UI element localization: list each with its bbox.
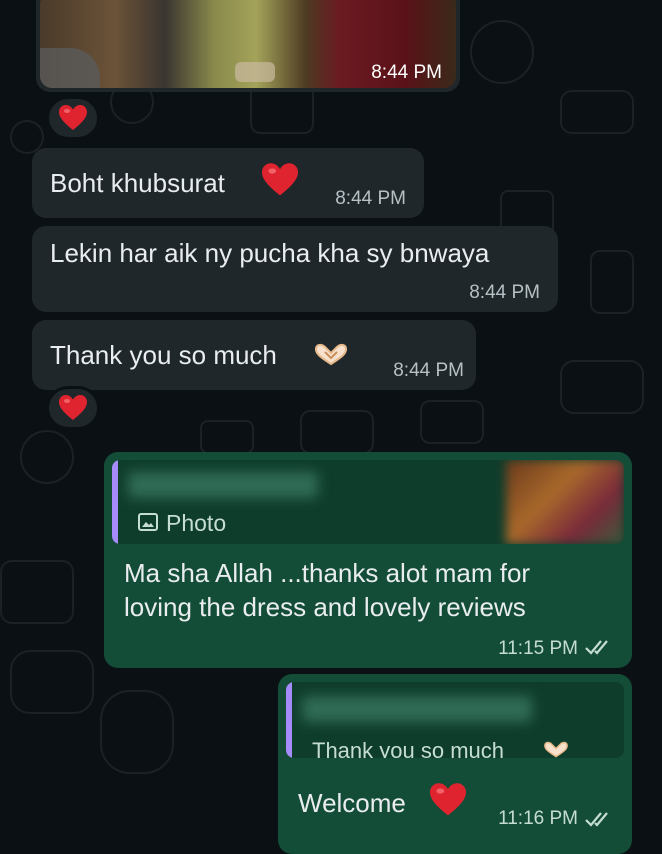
- message-timestamp: 8:44 PM: [335, 188, 406, 209]
- photo-icon: [138, 513, 158, 531]
- quoted-photo-label: Photo: [166, 510, 227, 536]
- reply-text: Welcome: [298, 788, 406, 818]
- photo-message[interactable]: 8:44 PM: [36, 0, 460, 92]
- quoted-photo-message[interactable]: Photo: [112, 460, 624, 544]
- message-lekin-har-aik[interactable]: Lekin har aik ny pucha kha sy bnwaya 8:4…: [32, 226, 558, 312]
- reply-text-line-2: loving the dress and lovely reviews: [124, 592, 526, 622]
- double-check-icon: [585, 640, 608, 655]
- message-boht-khubsurat[interactable]: Boht khubsurat 8:44 PM: [32, 148, 424, 218]
- double-check-icon: [585, 812, 608, 827]
- quoted-message-text: Thank you so much: [312, 738, 504, 758]
- heart-hands-icon: [314, 343, 348, 366]
- message-timestamp: 11:16 PM: [498, 808, 578, 829]
- reply-text-line-1: Ma sha Allah ...thanks alot mam for: [124, 558, 531, 588]
- quote-accent-bar: [286, 682, 292, 758]
- outgoing-reply-message[interactable]: Photo Ma sha Allah ...thanks alot mam fo…: [104, 452, 632, 668]
- message-thank-you[interactable]: Thank you so much 8:44 PM: [32, 320, 476, 390]
- red-heart-icon: [59, 105, 87, 130]
- message-text: Lekin har aik ny pucha kha sy bnwaya: [50, 238, 490, 268]
- quote-accent-bar: [112, 460, 118, 544]
- message-text: Thank you so much: [50, 340, 277, 370]
- photo-reaction[interactable]: [46, 96, 100, 140]
- photo-timestamp: 8:44 PM: [371, 62, 442, 83]
- outgoing-reply-welcome[interactable]: Thank you so much Welcome 11:16 PM: [278, 674, 632, 854]
- red-heart-icon: [59, 395, 87, 420]
- blurred-sender-name: [128, 472, 318, 498]
- quoted-photo-thumbnail: [506, 460, 624, 544]
- message-reaction[interactable]: [46, 386, 100, 430]
- message-timestamp: 8:44 PM: [393, 360, 464, 381]
- red-heart-icon: [262, 163, 298, 196]
- blurred-sender-name: [302, 696, 532, 722]
- message-text: Boht khubsurat: [50, 168, 225, 198]
- quoted-thank-you-message[interactable]: Thank you so much: [286, 682, 624, 758]
- red-heart-icon: [430, 783, 466, 816]
- message-timestamp: 11:15 PM: [498, 638, 578, 659]
- heart-hands-icon: [544, 741, 568, 758]
- message-timestamp: 8:44 PM: [469, 282, 540, 303]
